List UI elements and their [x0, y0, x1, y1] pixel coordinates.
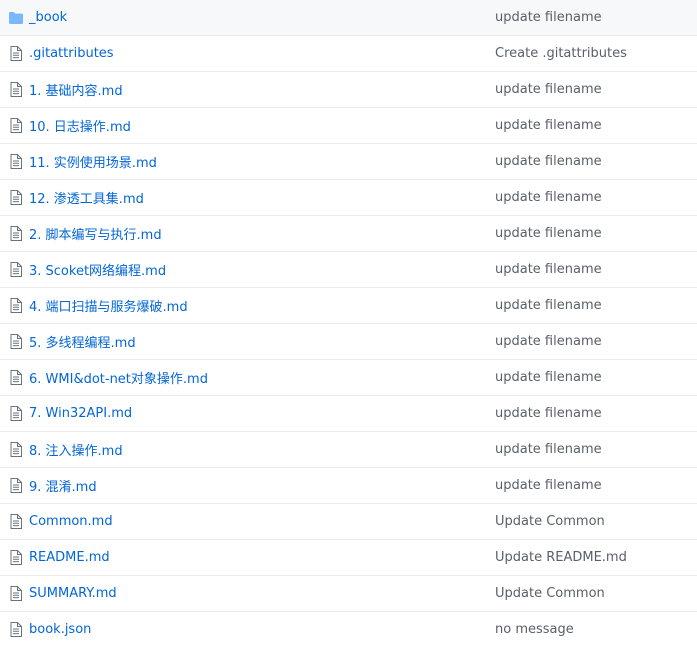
file-icon [9, 478, 23, 494]
file-row[interactable]: 4. 端口扫描与服务爆破.md update filename [0, 287, 697, 323]
file-row[interactable]: 7. Win32API.md update filename [0, 395, 697, 431]
file-name-link[interactable]: 8. 注入操作.md [29, 432, 123, 467]
commit-message-link[interactable]: update filename [495, 72, 602, 107]
file-icon [9, 262, 23, 278]
file-icon [9, 334, 23, 350]
file-name-link[interactable]: 10. 日志操作.md [29, 108, 131, 143]
file-list: _book update filename .gitattributes Cre… [0, 0, 697, 647]
file-row[interactable]: Common.md Update Common [0, 503, 697, 539]
file-name-link[interactable]: 1. 基础内容.md [29, 72, 123, 107]
commit-message-link[interactable]: update filename [495, 0, 602, 35]
commit-message-link[interactable]: no message [495, 612, 574, 647]
file-row[interactable]: 12. 渗透工具集.md update filename [0, 179, 697, 215]
commit-message-link[interactable]: update filename [495, 252, 602, 287]
file-icon [9, 190, 23, 206]
file-name-link[interactable]: 11. 实例使用场景.md [29, 144, 157, 179]
commit-message-link[interactable]: update filename [495, 360, 602, 395]
file-name-link[interactable]: 4. 端口扫描与服务爆破.md [29, 288, 188, 323]
file-icon [9, 46, 23, 62]
commit-message-link[interactable]: update filename [495, 396, 602, 431]
commit-message-link[interactable]: update filename [495, 468, 602, 503]
file-icon [9, 154, 23, 170]
file-row[interactable]: 11. 实例使用场景.md update filename [0, 143, 697, 179]
commit-message-link[interactable]: Update README.md [495, 540, 627, 575]
file-row[interactable]: 10. 日志操作.md update filename [0, 107, 697, 143]
file-name-link[interactable]: 9. 混淆.md [29, 468, 97, 503]
file-icon [9, 442, 23, 458]
file-row[interactable]: 5. 多线程编程.md update filename [0, 323, 697, 359]
file-name-link[interactable]: 7. Win32API.md [29, 396, 132, 431]
file-row[interactable]: book.json no message [0, 611, 697, 647]
commit-message-link[interactable]: update filename [495, 108, 602, 143]
file-icon [9, 118, 23, 134]
file-row[interactable]: README.md Update README.md [0, 539, 697, 575]
file-icon [9, 550, 23, 566]
file-row[interactable]: _book update filename [0, 0, 697, 35]
commit-message-link[interactable]: update filename [495, 144, 602, 179]
commit-message-link[interactable]: update filename [495, 324, 602, 359]
commit-message-link[interactable]: Create .gitattributes [495, 36, 627, 71]
commit-message-link[interactable]: Update Common [495, 576, 605, 611]
folder-icon [9, 10, 23, 26]
file-name-link[interactable]: 12. 渗透工具集.md [29, 180, 144, 215]
file-row[interactable]: .gitattributes Create .gitattributes [0, 35, 697, 71]
file-name-link[interactable]: Common.md [29, 504, 113, 539]
commit-message-link[interactable]: update filename [495, 432, 602, 467]
file-name-link[interactable]: 3. Scoket网络编程.md [29, 252, 166, 287]
file-row[interactable]: 1. 基础内容.md update filename [0, 71, 697, 107]
file-icon [9, 622, 23, 638]
file-row[interactable]: 9. 混淆.md update filename [0, 467, 697, 503]
file-name-link[interactable]: 2. 脚本编写与执行.md [29, 216, 162, 251]
file-name-link[interactable]: SUMMARY.md [29, 576, 117, 611]
file-icon [9, 406, 23, 422]
file-name-link[interactable]: 5. 多线程编程.md [29, 324, 136, 359]
file-name-link[interactable]: .gitattributes [29, 36, 114, 71]
file-icon [9, 514, 23, 530]
file-icon [9, 226, 23, 242]
file-row[interactable]: 3. Scoket网络编程.md update filename [0, 251, 697, 287]
file-row[interactable]: 2. 脚本编写与执行.md update filename [0, 215, 697, 251]
file-name-link[interactable]: README.md [29, 540, 110, 575]
file-icon [9, 586, 23, 602]
file-icon [9, 298, 23, 314]
file-name-link[interactable]: book.json [29, 612, 91, 647]
commit-message-link[interactable]: update filename [495, 216, 602, 251]
file-row[interactable]: SUMMARY.md Update Common [0, 575, 697, 611]
file-row[interactable]: 8. 注入操作.md update filename [0, 431, 697, 467]
file-icon [9, 370, 23, 386]
file-name-link[interactable]: 6. WMI&dot-net对象操作.md [29, 360, 208, 395]
file-row[interactable]: 6. WMI&dot-net对象操作.md update filename [0, 359, 697, 395]
file-name-link[interactable]: _book [29, 0, 67, 35]
commit-message-link[interactable]: update filename [495, 180, 602, 215]
commit-message-link[interactable]: update filename [495, 288, 602, 323]
file-icon [9, 82, 23, 98]
commit-message-link[interactable]: Update Common [495, 504, 605, 539]
